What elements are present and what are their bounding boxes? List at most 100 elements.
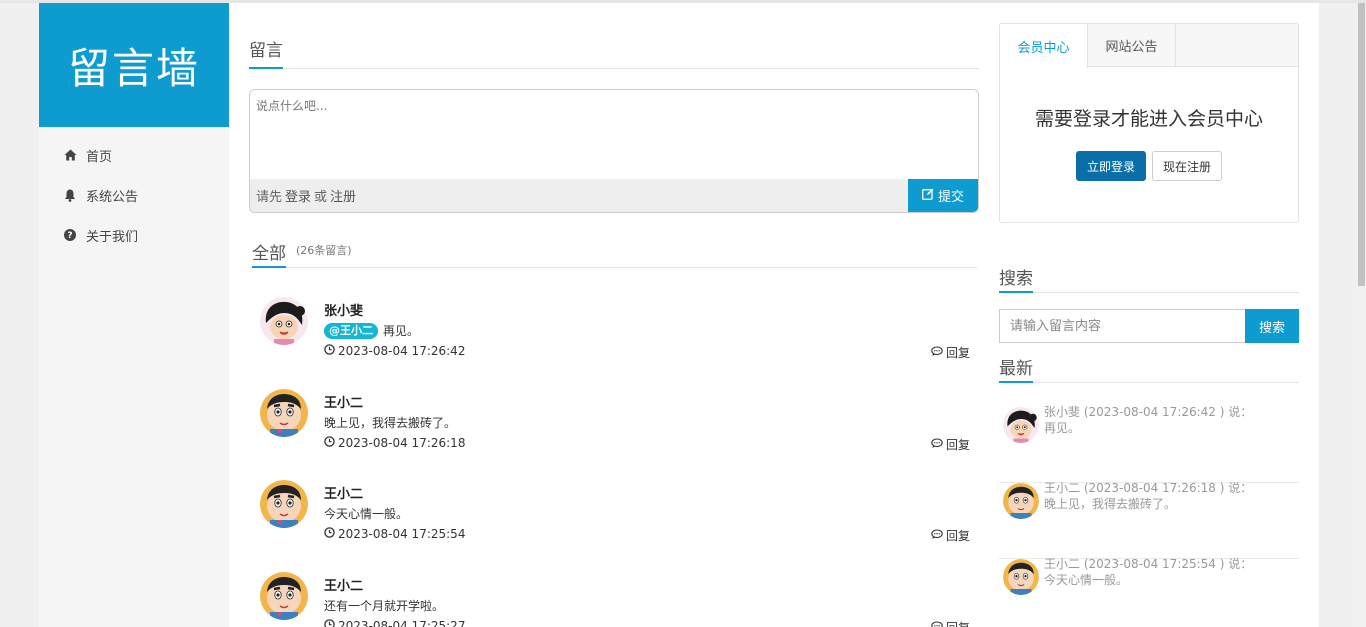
sidebar-item-home[interactable]: 首页 bbox=[39, 135, 229, 175]
clock-icon bbox=[324, 527, 335, 541]
message-list-title: 全部 bbox=[252, 239, 286, 268]
mention-badge[interactable]: @王小二 bbox=[324, 322, 378, 339]
comment-icon bbox=[931, 620, 943, 627]
message-text: 还有一个月就开学啦。 bbox=[324, 599, 445, 613]
message-time: 2023-08-04 17:25:27 bbox=[324, 619, 465, 627]
author-name[interactable]: 王小二 bbox=[324, 392, 363, 411]
login-button[interactable]: 立即登录 bbox=[1076, 151, 1146, 181]
search-section-title: 搜索 bbox=[999, 265, 1299, 293]
message-textarea[interactable] bbox=[250, 90, 978, 180]
message-content: 还有一个月就开学啦。 bbox=[324, 597, 444, 614]
sidebar-item-label: 首页 bbox=[86, 149, 113, 165]
right-sidebar: 会员中心 网站公告 需要登录才能进入会员中心 立即登录 现在注册 搜索 搜索 最… bbox=[999, 3, 1299, 627]
message-content: 晚上见，我得去搬砖了。 bbox=[324, 414, 456, 431]
login-required-message: 需要登录才能进入会员中心 bbox=[1034, 108, 1263, 130]
message-text: 今天心情一般。 bbox=[324, 507, 409, 521]
comment-icon bbox=[931, 437, 943, 452]
message-editor: 请先 登录 或 注册 提交 bbox=[249, 89, 979, 213]
time-text: 2023-08-04 17:26:42 bbox=[338, 344, 466, 358]
section-title-text: 留言 bbox=[249, 36, 283, 69]
avatar bbox=[260, 297, 308, 345]
auth-buttons: 立即登录 现在注册 bbox=[1000, 151, 1298, 181]
search-input[interactable] bbox=[999, 309, 1245, 343]
latest-item[interactable]: 王小二 (2023-08-04 17:25:54 ) 说： 今天心情一般。 bbox=[999, 557, 1299, 627]
latest-text: 晚上见，我得去搬砖了。 bbox=[1044, 497, 1177, 511]
question-circle-icon: ? bbox=[63, 228, 77, 242]
sidebar-item-announcement[interactable]: 系统公告 bbox=[39, 175, 229, 215]
scrollbar-thumb[interactable] bbox=[1358, 3, 1365, 286]
reply-button[interactable]: 回复 bbox=[931, 527, 970, 544]
latest-item[interactable]: 张小斐 (2023-08-04 17:26:42 ) 说： 再见。 bbox=[999, 405, 1299, 483]
reply-button[interactable]: 回复 bbox=[931, 344, 970, 361]
submit-label: 提交 bbox=[937, 190, 964, 205]
reply-label: 回复 bbox=[945, 529, 970, 543]
search-box: 搜索 bbox=[999, 309, 1299, 343]
clock-icon bbox=[324, 436, 335, 450]
avatar bbox=[1003, 483, 1039, 519]
latest-text: 再见。 bbox=[1044, 421, 1081, 435]
sidebar-item-label: 系统公告 bbox=[86, 189, 139, 205]
time-text: 2023-08-04 17:26:18 bbox=[338, 436, 466, 450]
avatar bbox=[260, 572, 308, 620]
svg-text:?: ? bbox=[67, 231, 72, 241]
comment-icon bbox=[931, 528, 943, 543]
avatar bbox=[1003, 407, 1039, 443]
avatar bbox=[260, 389, 308, 437]
page-container: 留言墙 首页 系统公告 ? 关于我们 留言 说点什么吧... 请先 登录 或 注… bbox=[39, 3, 1319, 627]
latest-meta: 张小斐 (2023-08-04 17:26:42 ) 说： bbox=[1044, 405, 1253, 419]
latest-meta: 王小二 (2023-08-04 17:25:54 ) 说： bbox=[1044, 557, 1253, 571]
reply-label: 回复 bbox=[946, 619, 970, 627]
message-time: 2023-08-04 17:26:18 bbox=[324, 436, 465, 450]
sidebar: 留言墙 首页 系统公告 ? 关于我们 bbox=[39, 3, 229, 627]
clock-icon bbox=[324, 619, 335, 627]
site-logo[interactable]: 留言墙 bbox=[39, 3, 229, 127]
time-text: 2023-08-04 17:25:27 bbox=[338, 619, 466, 627]
author-name[interactable]: 张小斐 bbox=[324, 300, 363, 319]
avatar bbox=[1003, 559, 1039, 595]
message-list-header: 全部 (26条留言) bbox=[249, 235, 977, 268]
tab-site-announcement[interactable]: 网站公告 bbox=[1088, 24, 1176, 67]
home-icon bbox=[63, 148, 77, 162]
message-item: 王小二 还有一个月就开学啦。 2023-08-04 17:25:27 回复 bbox=[260, 572, 970, 627]
member-panel: 会员中心 网站公告 需要登录才能进入会员中心 立即登录 现在注册 bbox=[999, 23, 1299, 223]
latest-section-title: 最新 bbox=[999, 355, 1299, 383]
search-button[interactable]: 搜索 bbox=[1245, 309, 1299, 343]
latest-item[interactable]: 王小二 (2023-08-04 17:26:18 ) 说： 晚上见，我得去搬砖了… bbox=[999, 481, 1299, 559]
message-content: @王小二 再见。 bbox=[324, 322, 419, 339]
edit-icon bbox=[922, 188, 934, 204]
main-content: 留言 请先 登录 或 注册 提交 全部 (26条留言) bbox=[249, 3, 979, 627]
search-title-text: 搜索 bbox=[999, 264, 1033, 293]
message-text: 晚上见，我得去搬砖了。 bbox=[324, 416, 457, 430]
login-hint-text: 请先 bbox=[256, 190, 283, 205]
time-text: 2023-08-04 17:25:54 bbox=[338, 527, 466, 541]
avatar bbox=[260, 480, 308, 528]
sidebar-item-label: 关于我们 bbox=[86, 229, 139, 245]
register-button[interactable]: 现在注册 bbox=[1152, 151, 1222, 181]
register-link[interactable]: 注册 bbox=[330, 186, 356, 205]
tab-member-center[interactable]: 会员中心 bbox=[1000, 24, 1088, 68]
sidebar-item-about[interactable]: ? 关于我们 bbox=[39, 215, 229, 255]
latest-meta: 王小二 (2023-08-04 17:26:18 ) 说： bbox=[1044, 481, 1253, 495]
login-link[interactable]: 登录 bbox=[285, 186, 311, 205]
reply-button[interactable]: 回复 bbox=[931, 619, 970, 627]
comment-icon bbox=[931, 345, 943, 360]
reply-button[interactable]: 回复 bbox=[931, 436, 970, 453]
vertical-scrollbar[interactable] bbox=[1357, 3, 1366, 627]
or-text: 或 bbox=[314, 190, 328, 205]
section-title: 留言 bbox=[249, 3, 979, 69]
reply-label: 回复 bbox=[945, 438, 970, 452]
author-name[interactable]: 王小二 bbox=[324, 575, 363, 594]
message-item: 王小二 晚上见，我得去搬砖了。 2023-08-04 17:26:18 回复 bbox=[260, 389, 970, 469]
author-name[interactable]: 王小二 bbox=[324, 483, 363, 502]
clock-icon bbox=[324, 344, 335, 358]
message-item: 王小二 今天心情一般。 2023-08-04 17:25:54 回复 bbox=[260, 480, 970, 560]
message-time: 2023-08-04 17:25:54 bbox=[324, 527, 465, 541]
sidebar-nav: 首页 系统公告 ? 关于我们 bbox=[39, 127, 229, 255]
bell-icon bbox=[63, 188, 77, 202]
message-time: 2023-08-04 17:26:42 bbox=[324, 344, 465, 358]
latest-title-text: 最新 bbox=[999, 354, 1033, 383]
message-text: 再见。 bbox=[383, 324, 420, 338]
submit-button[interactable]: 提交 bbox=[908, 179, 978, 212]
panel-tabs: 会员中心 网站公告 bbox=[1000, 24, 1298, 68]
message-content: 今天心情一般。 bbox=[324, 505, 408, 522]
